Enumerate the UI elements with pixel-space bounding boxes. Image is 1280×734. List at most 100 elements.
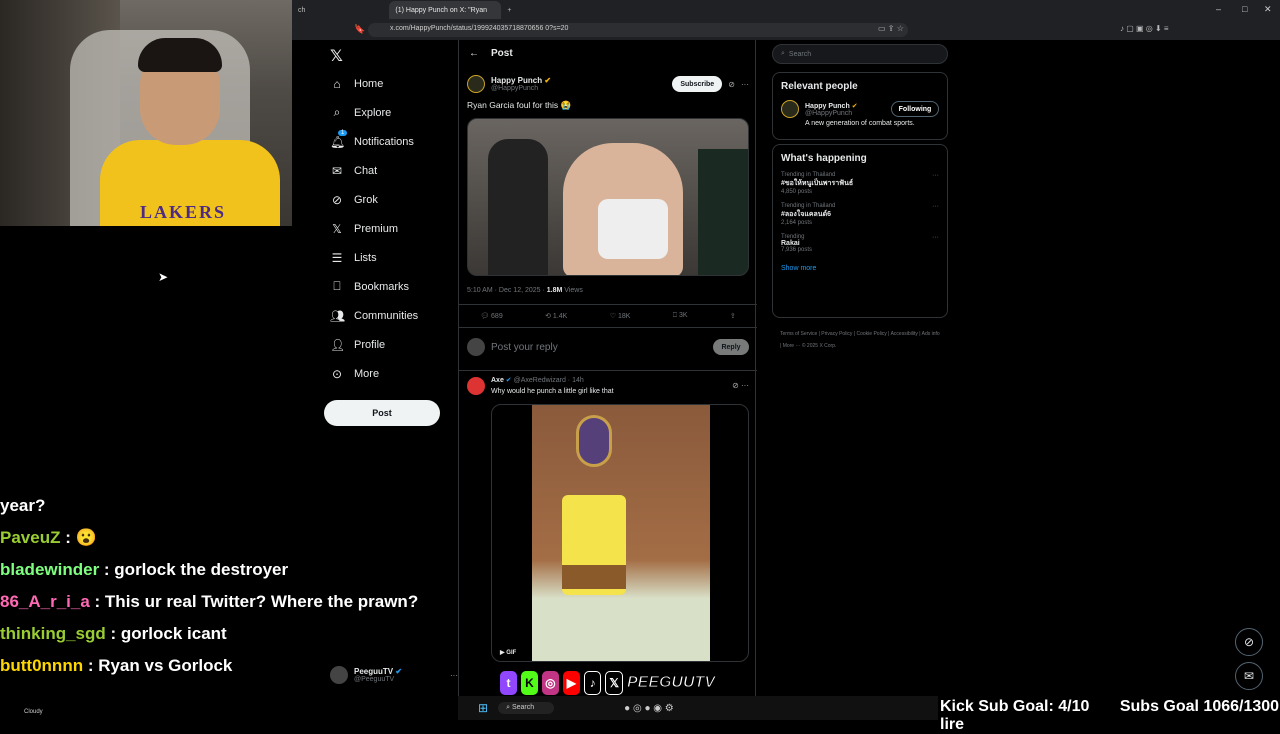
taskbar-search[interactable]: ⌕ Search [498,702,555,714]
chat-username: thinking_sgd [0,624,106,643]
relevant-name[interactable]: Happy Punch [805,103,850,110]
reply-author-handle[interactable]: @AxeRedwizard · 14h [514,377,584,384]
reply-text: Why would he punch a little girl like th… [491,388,614,395]
gif-label[interactable]: ▶ GIF [500,649,516,656]
address-bar[interactable]: x.com/HappyPunch/status/1999240357188706… [368,23,908,37]
x-premium-icon: 𝕏 [332,221,342,236]
nav-explore[interactable]: ⌕ Explore [320,98,458,127]
nav-chat[interactable]: ✉ Chat [320,156,458,185]
nav-lists[interactable]: ☰ Lists [320,243,458,272]
maximize-icon[interactable]: □ [1242,4,1247,14]
envelope-icon: ✉ [331,163,343,178]
chat-line: bladewinder : gorlock the destroyer [0,559,450,581]
relevant-avatar[interactable] [781,100,799,118]
post-image[interactable] [467,118,749,276]
chat-line: year? [0,495,450,517]
brand-logo: PEEGUUTV [626,674,715,692]
author-handle[interactable]: @HappyPunch [491,85,551,92]
home-icon: ⌂ [333,76,341,91]
reply-gif[interactable]: ▶ GIF [491,404,749,662]
nav-profile-label: Profile [354,338,386,351]
minimize-icon[interactable]: – [1216,4,1221,14]
search-icon: ⌕ [333,105,341,119]
like-count: 18K [617,313,631,320]
nav-more[interactable]: ⊙ More [320,359,458,388]
grok-fab-icon[interactable]: ⊘ [1235,628,1263,656]
bookmark-icon[interactable]: 🔖 [354,24,365,35]
right-sidebar: ⌕ Search Relevant people Happy Punch ✔ @H… [772,40,948,352]
nav-notifications[interactable]: 🔔︎ 1 Notifications [320,127,458,156]
stream-chat: year? PaveuZ : 😮 bladewinder : gorlock t… [0,495,450,687]
show-more-link[interactable]: Show more [781,265,939,272]
nav-premium[interactable]: 𝕏 Premium [320,214,458,243]
page-actions[interactable]: ▭ ⇪ ☆ [878,24,938,36]
post-button[interactable]: Post [324,400,440,426]
more-dots-icon[interactable]: ⊘ ··· [732,381,749,390]
following-button[interactable]: Following [891,101,939,117]
trend-item[interactable]: Trending Rakai 7,936 posts ··· [781,234,939,253]
more-dots-icon[interactable]: ··· [741,80,749,89]
more-dots-icon[interactable]: ··· [932,234,939,241]
trend-posts: 7,936 posts [781,247,813,253]
reply-action[interactable]: 💬︎ 689 [480,312,503,320]
post-timestamp[interactable]: 5:10 AM · Dec 12, 2025 · [467,287,547,294]
reply-input[interactable]: Post your reply [491,342,558,353]
comment-icon: 💬︎ [480,313,490,320]
search-input[interactable]: ⌕ Search [772,44,948,64]
post-text: Ryan Garcia foul for this 😭 [467,100,572,110]
trend-name: #ลองใจแคลนด์6 [781,211,832,218]
tab-active[interactable]: (1) Happy Punch on X: "Ryan [389,1,502,19]
subscribe-button[interactable]: Subscribe [672,76,723,92]
back-arrow-icon[interactable]: ← [469,48,479,59]
gif-badge: GIF [506,650,517,656]
more-dots-icon[interactable]: ··· [450,671,458,680]
trend-item[interactable]: Trending in Thailand #ลองใจแคลนด์6 2,164… [781,203,939,226]
extensions-icons[interactable]: ♪ ▢ ▣ ◎ ⬇ ≡ [1120,24,1169,33]
bookmark-action[interactable]: ⎕ 3K [673,312,688,320]
nav-communities[interactable]: 👥︎ Communities [320,301,458,330]
nav-home[interactable]: ⌂ Home [320,69,458,98]
more-dots-icon[interactable]: ··· [932,203,939,210]
nav-grok[interactable]: ⊘ Grok [320,185,458,214]
reply-count: 689 [491,313,503,320]
grok-icon[interactable]: ⊘ [728,80,735,89]
relevant-handle[interactable]: @HappyPunch [805,110,858,117]
chat-username: 86_A_r_i_a [0,592,90,611]
social-overlay: t K ◎ ▶ ♪ 𝕏 PEEGUUTV [500,668,715,698]
tab-previous[interactable]: ch [292,1,311,19]
notification-badge: 1 [338,129,348,136]
reply-author-name[interactable]: Axe [491,377,504,384]
share-icon[interactable]: ⇪ [730,312,736,320]
person-icon: 👤︎ [330,337,346,352]
footer-links[interactable]: Terms of Service | Privacy Policy | Cook… [772,328,948,352]
repost-action[interactable]: ⟲ 1.4K [545,312,567,320]
repost-count: 1.4K [552,313,568,320]
reply-avatar[interactable] [467,376,485,395]
more-dots-icon[interactable]: ··· [932,172,939,179]
post-column: ← Post Happy Punch ✔ @HappyPunch Subscri… [458,40,757,720]
nav-bookmarks[interactable]: ⎕ Bookmarks [320,272,458,301]
author-name[interactable]: Happy Punch [491,76,542,85]
like-action[interactable]: ♡ 18K [610,312,631,320]
nav-chat-label: Chat [354,164,378,177]
heart-icon: ♡ [609,313,616,320]
trend-item[interactable]: Trending in Thailand #ขอให้หนูเป็นพาราฟั… [781,172,939,195]
nav-profile[interactable]: 👤︎ Profile [320,330,458,359]
bell-icon: 🔔︎ 1 [330,129,348,149]
more-circle-icon: ⊙ [331,366,343,381]
chat-message: : gorlock icant [105,624,227,643]
new-tab-button[interactable]: + [501,1,517,19]
chat-line: 86_A_r_i_a : This ur real Twitter? Where… [0,591,450,613]
close-icon[interactable]: ✕ [1264,4,1272,15]
windows-start-icon[interactable]: ⊞ [478,701,488,715]
mouse-cursor-icon: ➤ [158,270,169,284]
x-logo-icon[interactable]: 𝕏 [330,46,343,65]
taskbar-apps-icons[interactable]: ● ◎ ● ◉ ⚙ [624,703,674,714]
reply-button[interactable]: Reply [713,339,749,355]
nav-communities-label: Communities [354,309,419,322]
messages-fab-icon[interactable]: ✉ [1235,662,1263,690]
chat-message: year? [0,496,46,515]
x-icon: 𝕏 [605,671,623,695]
bookmark-count: 3K [678,312,688,319]
author-avatar[interactable] [467,75,485,93]
